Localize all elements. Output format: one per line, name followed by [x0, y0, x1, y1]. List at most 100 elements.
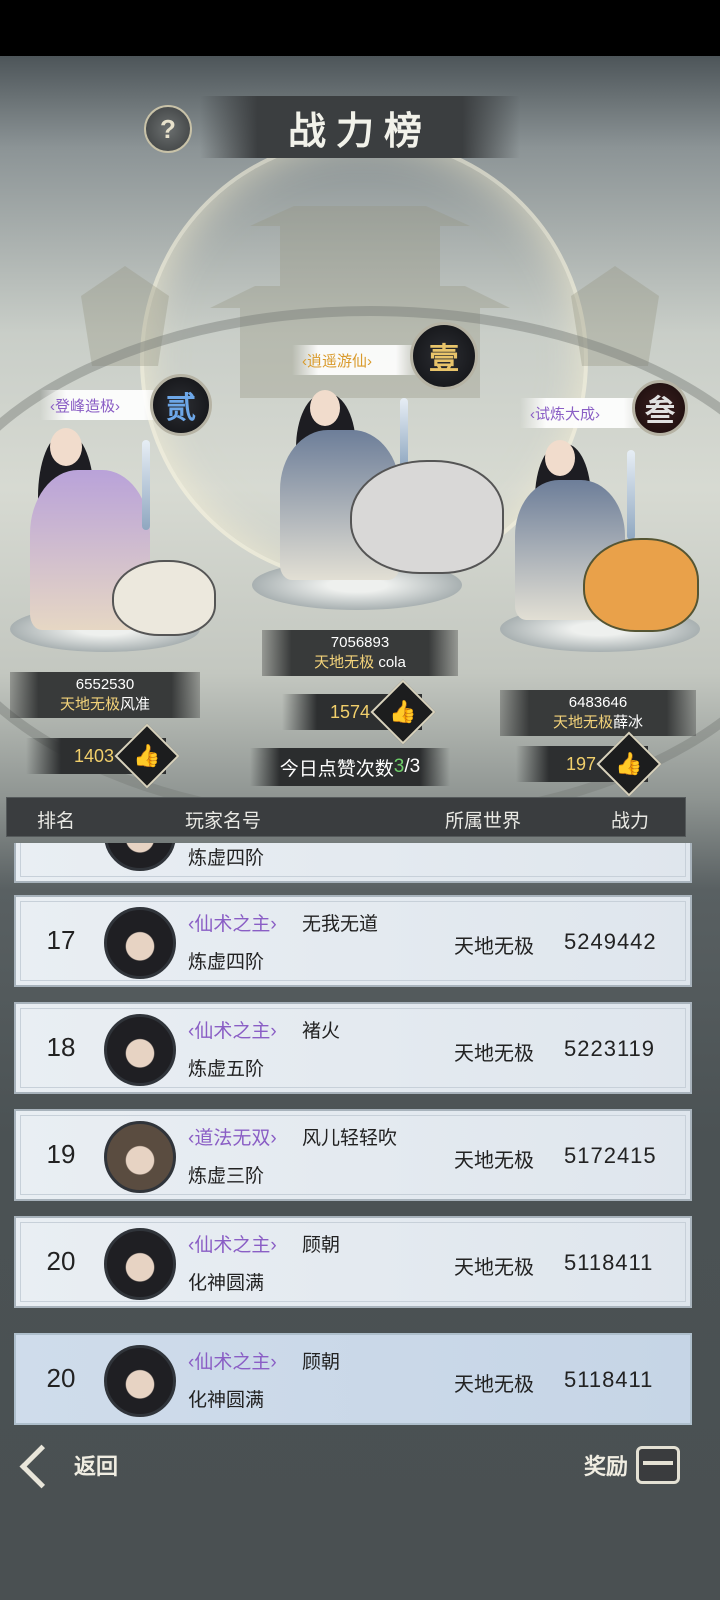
rank-medal-1: 壹 — [410, 322, 478, 390]
today-likes-counter: 今日点赞次数 3/3 — [250, 748, 450, 786]
hero-power: 6552530 — [75, 676, 135, 693]
hero-head — [50, 428, 82, 466]
like-count: 1403 — [73, 745, 114, 766]
player-name: 顾朝 — [302, 1352, 341, 1373]
column-player: 玩家名号 — [185, 811, 262, 832]
reward-label: 奖励 — [584, 1454, 629, 1480]
player-stage: 化神圆满 — [188, 1390, 265, 1411]
player-name: 顾朝 — [302, 1235, 341, 1256]
avatar — [104, 1014, 176, 1086]
like-count: 1574 — [329, 701, 370, 722]
title-banner: 战力榜 — [200, 96, 520, 158]
player-power: 5223119 — [564, 1036, 656, 1061]
today-likes-total: /3 — [404, 756, 421, 777]
player-world: 天地无极 — [454, 1150, 534, 1172]
player-title: ‹仙术之主› — [188, 1235, 277, 1256]
help-button[interactable]: ? — [144, 105, 192, 153]
column-world: 所属世界 — [445, 811, 522, 832]
table-row[interactable]: 19 ‹道法无双› 风儿轻轻吹 炼虚三阶 天地无极 5172415 — [14, 1109, 692, 1201]
hero-name: cola — [378, 654, 406, 671]
sword-icon — [142, 440, 150, 530]
hero-world: 天地无极 — [552, 714, 613, 731]
hero-head — [310, 390, 340, 426]
today-likes-used: 3 — [393, 756, 405, 777]
table-row[interactable]: 17 ‹仙术之主› 无我无道 炼虚四阶 天地无极 5249442 — [14, 895, 692, 987]
page-title: 战力榜 — [287, 107, 432, 153]
thumbs-up-icon: 👍 — [133, 743, 161, 768]
table-row[interactable]: 炼虚四阶 — [14, 843, 692, 883]
background-pagoda-roof — [210, 286, 510, 308]
player-power: 5118411 — [564, 1367, 654, 1392]
hero-title-tag: ‹试炼大成› — [520, 398, 650, 428]
hero-title-text: ‹逍遥游仙› — [302, 352, 372, 370]
player-stage: 炼虚五阶 — [188, 1059, 265, 1080]
hero-world: 天地无极 — [314, 654, 375, 671]
hero-info-plate: 6483646 天地无极薛冰 — [500, 690, 696, 736]
player-title: ‹道法无双› — [188, 1128, 277, 1149]
back-arrow-icon — [19, 1444, 66, 1489]
rank-medal-3: 叁 — [632, 380, 688, 436]
hero-power: 6483646 — [568, 694, 628, 711]
hero-world: 天地无极 — [59, 696, 120, 713]
back-label: 返回 — [74, 1454, 119, 1480]
player-world: 天地无极 — [454, 936, 534, 958]
hero-title-text: ‹试炼大成› — [530, 405, 600, 423]
player-stage: 炼虚三阶 — [188, 1166, 265, 1187]
rank-char: 叁 — [645, 394, 675, 429]
player-name: 风儿轻轻吹 — [302, 1128, 398, 1149]
player-name: 褚火 — [302, 1021, 341, 1042]
hero-title-tag: ‹逍遥游仙› — [292, 345, 422, 375]
avatar — [104, 1345, 176, 1417]
background-pagoda-body — [280, 226, 440, 286]
player-power: 5118411 — [564, 1250, 654, 1275]
like-bar: 1574 👍 — [282, 679, 436, 745]
player-stage: 炼虚四阶 — [188, 848, 265, 869]
table-header: 排名 玩家名号 所属世界 战力 — [6, 797, 686, 837]
column-power: 战力 — [611, 811, 650, 832]
tiger-beast-icon — [583, 538, 699, 632]
player-rank: 18 — [46, 1032, 76, 1062]
column-rank: 排名 — [37, 811, 76, 832]
player-power: 5172415 — [564, 1143, 657, 1168]
rank-char: 贰 — [166, 391, 196, 426]
today-likes-label: 今日点赞次数 — [279, 758, 394, 780]
like-bar: 1403 👍 — [26, 723, 180, 789]
rank-char: 壹 — [429, 342, 459, 377]
hero-info-plate: 7056893 天地无极 cola — [262, 630, 458, 676]
table-row[interactable]: 18 ‹仙术之主› 褚火 炼虚五阶 天地无极 5223119 — [14, 1002, 692, 1094]
hero-rank-3[interactable] — [505, 430, 705, 640]
lion-beast-icon — [350, 460, 504, 574]
hero-name: 薛冰 — [613, 714, 644, 731]
player-title: ‹仙术之主› — [188, 1021, 277, 1042]
hero-head — [545, 440, 575, 476]
player-world: 天地无极 — [454, 1257, 534, 1279]
player-title: ‹仙术之主› — [188, 1352, 277, 1373]
player-title: ‹仙术之主› — [188, 914, 277, 935]
hero-rank-2[interactable] — [20, 420, 220, 640]
sword-icon — [627, 450, 635, 540]
hero-rank-1[interactable] — [260, 380, 510, 600]
thumbs-up-icon: 👍 — [615, 751, 643, 776]
table-row[interactable]: 20 ‹仙术之主› 顾朝 化神圆满 天地无极 5118411 — [14, 1216, 692, 1308]
treasure-chest-icon — [636, 1446, 681, 1484]
player-rank: 20 — [46, 1246, 76, 1276]
player-world: 天地无极 — [454, 1043, 534, 1065]
player-world: 天地无极 — [454, 1374, 534, 1396]
player-stage: 炼虚四阶 — [188, 952, 265, 973]
player-name: 无我无道 — [302, 914, 379, 935]
hero-power: 7056893 — [330, 634, 390, 651]
avatar — [104, 1228, 176, 1300]
back-button[interactable]: 返回 — [16, 1440, 118, 1490]
rabbit-beast-icon — [112, 560, 216, 636]
like-count: 197 — [565, 753, 596, 774]
ranking-list[interactable]: 炼虚四阶 17 ‹仙术之主› 无我无道 炼虚四阶 天地无极 5249442 18… — [14, 843, 692, 1313]
hero-name: 风准 — [120, 696, 151, 713]
sword-icon — [400, 398, 408, 468]
hero-title-text: ‹登峰造极› — [50, 397, 120, 415]
like-bar: 197 👍 — [516, 731, 662, 797]
thumbs-up-icon: 👍 — [389, 699, 417, 724]
my-ranking-row[interactable]: 20 ‹仙术之主› 顾朝 化神圆满 天地无极 5118411 — [14, 1333, 692, 1425]
reward-button[interactable]: 奖励 — [584, 1440, 681, 1490]
hero-info-plate: 6552530 天地无极风准 — [10, 672, 200, 718]
rank-medal-2: 贰 — [150, 374, 212, 436]
